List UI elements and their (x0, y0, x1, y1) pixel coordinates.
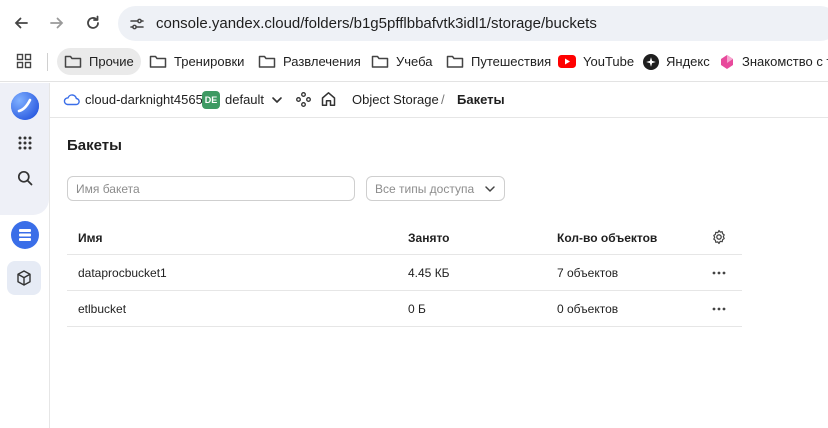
bucket-size: 4.45 КБ (408, 266, 450, 280)
breadcrumb-current: Бакеты (457, 92, 505, 107)
site-settings-icon[interactable] (128, 15, 146, 33)
folder-icon (149, 55, 167, 68)
folder-icon (64, 55, 82, 68)
bookmark-label: Прочие (89, 54, 134, 69)
bookmark-razvlecheniya[interactable]: Развлечения (251, 48, 368, 75)
bucket-name[interactable]: dataprocbucket1 (78, 266, 167, 280)
bookmark-label: Путешествия (471, 54, 552, 69)
address-bar[interactable]: console.yandex.cloud/folders/b1g5pfflbba… (118, 6, 828, 41)
more-dots-icon (712, 271, 726, 275)
cloud-icon (63, 94, 80, 106)
services-grid-icon (18, 136, 32, 150)
bookmarks-separator (47, 53, 48, 71)
bucket-size: 0 Б (408, 302, 426, 316)
yandex-icon (643, 53, 659, 70)
breadcrumb-folder[interactable]: default (225, 92, 264, 107)
browser-toolbar: console.yandex.cloud/folders/b1g5pfflbba… (0, 0, 828, 82)
gear-icon[interactable] (711, 229, 727, 245)
bookmarks-bar: Прочие Тренировки Развлечения Учеба Путе… (0, 45, 828, 77)
breadcrumb-service[interactable]: Object Storage (352, 92, 439, 107)
url-text: console.yandex.cloud/folders/b1g5pfflbba… (156, 15, 597, 32)
column-header-name[interactable]: Имя (78, 231, 103, 245)
bookmark-prochie[interactable]: Прочие (57, 48, 141, 75)
chevron-down-icon (485, 186, 495, 192)
bucket-object-count: 0 объектов (557, 302, 619, 316)
bookmark-label: Тренировки (174, 54, 245, 69)
reload-icon (87, 15, 99, 29)
folder-icon (258, 55, 276, 68)
object-storage-icon (11, 221, 39, 249)
bookmark-label: YouTube (583, 54, 635, 69)
bucket-object-count: 7 объектов (557, 266, 619, 280)
chevron-down-icon[interactable] (271, 94, 283, 106)
bookmark-yandex[interactable]: Яндекс (636, 48, 717, 75)
folder-icon (446, 55, 464, 68)
youtube-icon (558, 55, 576, 68)
breadcrumb-cloud[interactable]: cloud-darknight4565 (85, 92, 203, 107)
row-actions-button[interactable] (711, 302, 727, 316)
cloud-logo-icon (11, 92, 39, 120)
reload-button[interactable] (79, 9, 107, 37)
console-left-nav (0, 83, 50, 428)
bookmark-label: Учеба (396, 54, 433, 69)
bookmark-znakomstvo[interactable]: Знакомство с то (712, 48, 828, 75)
access-type-select-label: Все типы доступа (375, 182, 475, 196)
yandex-cloud-logo[interactable] (10, 91, 40, 121)
services-hub-icon[interactable] (296, 92, 311, 107)
bucket-name[interactable]: etlbucket (78, 302, 126, 316)
search-button[interactable] (10, 163, 40, 193)
table-header: Имя Занято Кол-во объектов (67, 220, 742, 255)
column-header-count[interactable]: Кол-во объектов (557, 231, 657, 245)
home-icon[interactable] (321, 91, 336, 107)
bookmark-ucheba[interactable]: Учеба (364, 48, 440, 75)
table-row[interactable]: etlbucket 0 Б 0 объектов (67, 291, 742, 327)
storage-service-button[interactable] (10, 220, 40, 250)
access-type-select[interactable]: Все типы доступа (366, 176, 505, 201)
all-services-button[interactable] (10, 128, 40, 158)
bookmark-trenirovki[interactable]: Тренировки (142, 48, 251, 75)
folder-badge: DE (202, 91, 220, 109)
back-button[interactable] (7, 9, 35, 37)
bookmark-puteshestviya[interactable]: Путешествия (439, 48, 558, 75)
row-actions-button[interactable] (711, 266, 727, 280)
bookmark-youtube[interactable]: YouTube (551, 48, 641, 75)
breadcrumb-separator: / (441, 92, 445, 107)
search-icon (17, 170, 33, 186)
bookmark-label: Яндекс (666, 54, 710, 69)
bucket-name-search-input[interactable] (67, 176, 355, 201)
column-header-size[interactable]: Занято (408, 231, 450, 245)
forward-button[interactable] (43, 9, 71, 37)
arrow-left-icon (14, 17, 28, 29)
bucket-box-icon (17, 270, 31, 286)
bookmark-label: Развлечения (283, 54, 361, 69)
apps-grid-icon[interactable] (14, 51, 34, 71)
buckets-nav-item[interactable] (7, 261, 41, 295)
page-title: Бакеты (67, 137, 122, 154)
bookmark-label: Знакомство с то (742, 54, 828, 69)
arrow-right-icon (50, 17, 64, 29)
breadcrumb: cloud-darknight4565 DE default Object St… (50, 83, 828, 118)
table-row[interactable]: dataprocbucket1 4.45 КБ 7 объектов (67, 255, 742, 291)
folder-icon (371, 55, 389, 68)
bookmark-logo-icon (721, 54, 733, 69)
more-dots-icon (712, 307, 726, 311)
